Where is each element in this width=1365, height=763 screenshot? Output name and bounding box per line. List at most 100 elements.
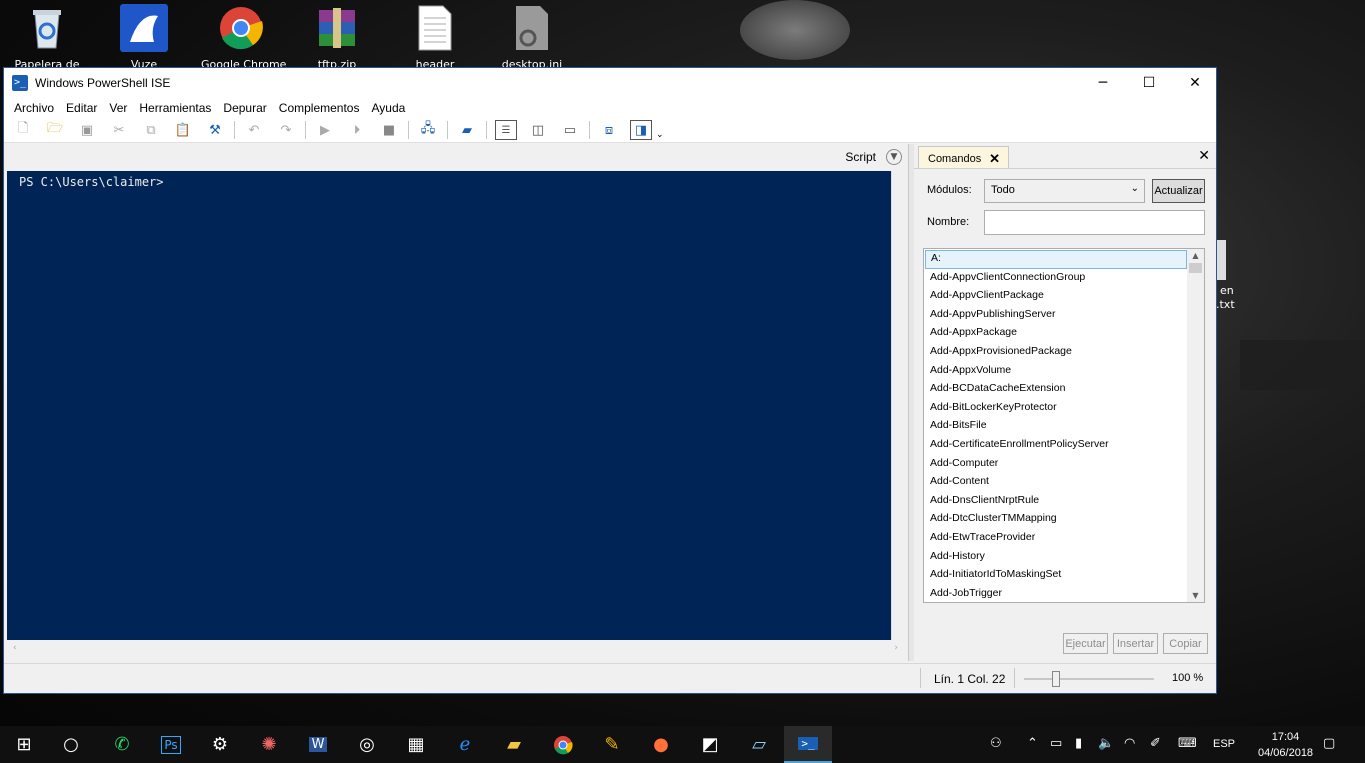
- powershell-console-icon[interactable]: ▰: [456, 120, 478, 140]
- title-bar[interactable]: >_ Windows PowerShell ISE ─ ☐ ✕: [4, 68, 1216, 98]
- new-file-icon[interactable]: 🗋: [12, 120, 34, 140]
- layout-right-icon[interactable]: ◫: [527, 120, 549, 140]
- list-item[interactable]: Add-Content: [924, 473, 1204, 492]
- tray-app-icon[interactable]: ▮: [1075, 736, 1082, 751]
- list-item[interactable]: Add-AppvPublishingServer: [924, 306, 1204, 325]
- scroll-left-icon[interactable]: ‹: [13, 643, 17, 653]
- list-item[interactable]: Add-InitiatorIdToMaskingSet: [924, 566, 1204, 585]
- scroll-down-icon[interactable]: ▼: [1187, 591, 1204, 600]
- list-item[interactable]: Add-EtwTraceProvider: [924, 529, 1204, 548]
- list-item[interactable]: Add-BitLockerKeyProtector: [924, 399, 1204, 418]
- scroll-up-icon[interactable]: ▲: [1187, 249, 1204, 263]
- console-horizontal-scrollbar[interactable]: ‹ ›: [7, 642, 906, 657]
- menu-ver[interactable]: Ver: [103, 101, 133, 115]
- cut-icon[interactable]: ✂: [108, 120, 130, 140]
- list-item[interactable]: Add-History: [924, 548, 1204, 567]
- people-icon[interactable]: ⚇: [990, 736, 1002, 751]
- desktop-icon-tftp-zip[interactable]: tftp.zip: [297, 4, 377, 71]
- start-icon[interactable]: ⊞: [0, 726, 48, 763]
- chevron-down-icon[interactable]: ▼: [886, 149, 902, 165]
- chrome-icon[interactable]: [539, 726, 587, 763]
- remote-powershell-icon[interactable]: 🖧: [417, 120, 439, 140]
- app-ring-icon[interactable]: ◎: [343, 726, 391, 763]
- chevron-up-icon[interactable]: ⌃: [1027, 736, 1038, 751]
- layout-top-icon[interactable]: ☰: [495, 120, 517, 140]
- close-button[interactable]: ✕: [1172, 68, 1218, 98]
- app-icon[interactable]: ✺: [245, 726, 293, 763]
- undo-icon[interactable]: ↶: [243, 120, 265, 140]
- list-item[interactable]: Add-AppvClientPackage: [924, 287, 1204, 306]
- desktop-icon-desktop-ini[interactable]: desktop.ini: [492, 4, 572, 71]
- run-icon[interactable]: ▶: [314, 120, 336, 140]
- list-item[interactable]: Add-AppxPackage: [924, 324, 1204, 343]
- whatsapp-icon[interactable]: ✆: [98, 726, 146, 763]
- desktop-icon-recycle-bin[interactable]: Papelera de: [7, 4, 87, 71]
- run-button[interactable]: Ejecutar: [1063, 633, 1108, 654]
- pen-icon[interactable]: ✐: [1150, 736, 1161, 751]
- powershell-ise-icon[interactable]: >_: [784, 726, 832, 763]
- volume-icon[interactable]: 🔈: [1098, 736, 1114, 751]
- list-item[interactable]: A:: [925, 250, 1187, 269]
- close-icon[interactable]: ✕: [989, 151, 1000, 167]
- close-icon[interactable]: ✕: [1198, 148, 1210, 164]
- clock[interactable]: 17:04 04/06/2018: [1258, 729, 1313, 761]
- zoom-slider[interactable]: [1024, 671, 1154, 687]
- menu-editar[interactable]: Editar: [60, 101, 103, 115]
- desktop-icon-header[interactable]: header: [395, 4, 475, 71]
- scroll-thumb[interactable]: [1189, 263, 1202, 273]
- list-item[interactable]: Add-BCDataCacheExtension: [924, 380, 1204, 399]
- list-item[interactable]: Add-AppxProvisionedPackage: [924, 343, 1204, 362]
- list-item[interactable]: Add-BitsFile: [924, 417, 1204, 436]
- menu-herramientas[interactable]: Herramientas: [133, 101, 217, 115]
- paint-icon[interactable]: ✎: [588, 726, 636, 763]
- copy-button[interactable]: Copiar: [1163, 633, 1208, 654]
- maximize-button[interactable]: ☐: [1126, 68, 1172, 98]
- photoshop-icon[interactable]: Ps: [147, 726, 195, 763]
- list-item[interactable]: Add-JobTrigger: [924, 585, 1204, 602]
- tab-comandos[interactable]: Comandos ✕: [918, 146, 1009, 169]
- copy-icon[interactable]: ⧉: [140, 120, 162, 140]
- console-vertical-scrollbar[interactable]: [891, 171, 906, 640]
- menu-complementos[interactable]: Complementos: [273, 101, 366, 115]
- paste-icon[interactable]: 📋: [172, 120, 194, 140]
- scroll-right-icon[interactable]: ›: [894, 643, 898, 653]
- layout-max-icon[interactable]: ▭: [559, 120, 581, 140]
- run-selection-icon[interactable]: ⏵: [346, 120, 368, 140]
- desktop-icon-vuze[interactable]: Vuze: [104, 4, 184, 71]
- list-item[interactable]: Add-CertificateEnrollmentPolicyServer: [924, 436, 1204, 455]
- list-item[interactable]: Add-DtcClusterTMMapping: [924, 510, 1204, 529]
- list-item[interactable]: Add-AppxVolume: [924, 362, 1204, 381]
- sticky-notes-icon[interactable]: ◩: [686, 726, 734, 763]
- menu-depurar[interactable]: Depurar: [217, 101, 272, 115]
- language-indicator[interactable]: ESP: [1213, 738, 1235, 750]
- settings-icon[interactable]: ⚙: [196, 726, 244, 763]
- open-folder-icon[interactable]: 🗁: [44, 120, 66, 140]
- insert-button[interactable]: Insertar: [1113, 633, 1158, 654]
- calculator-icon[interactable]: ▦: [392, 726, 440, 763]
- battery-icon[interactable]: ▭: [1050, 736, 1062, 751]
- edge-icon[interactable]: ℯ: [441, 726, 489, 763]
- zoom-slider-thumb[interactable]: [1052, 671, 1060, 687]
- modules-select[interactable]: Todo ⌄: [984, 179, 1145, 203]
- save-icon[interactable]: ▣: [76, 120, 98, 140]
- wifi-icon[interactable]: ◠: [1124, 736, 1135, 751]
- word-icon[interactable]: W: [294, 726, 342, 763]
- stop-icon[interactable]: ■: [378, 120, 400, 140]
- list-item[interactable]: Add-AppvClientConnectionGroup: [924, 269, 1204, 288]
- toolbar-overflow-icon[interactable]: ⌄: [656, 130, 664, 140]
- file-explorer-icon[interactable]: ▰: [490, 726, 538, 763]
- cortana-icon[interactable]: ○: [47, 726, 95, 763]
- list-item[interactable]: Add-DnsClientNrptRule: [924, 492, 1204, 511]
- desktop-icon-chrome[interactable]: Google Chrome: [201, 4, 286, 71]
- keyboard-icon[interactable]: ⌨: [1178, 736, 1197, 751]
- list-item[interactable]: Add-Computer: [924, 455, 1204, 474]
- menu-archivo[interactable]: Archivo: [8, 101, 60, 115]
- show-commands-icon[interactable]: ⧈: [598, 120, 620, 140]
- show-script-icon[interactable]: ◨: [630, 120, 652, 140]
- notepad-icon[interactable]: ▱: [735, 726, 783, 763]
- list-scrollbar[interactable]: ▲ ▼: [1187, 249, 1204, 602]
- firefox-icon[interactable]: ●: [637, 726, 685, 763]
- clear-console-icon[interactable]: ⚒: [204, 120, 226, 140]
- menu-ayuda[interactable]: Ayuda: [365, 101, 411, 115]
- notifications-icon[interactable]: ▢: [1323, 736, 1335, 751]
